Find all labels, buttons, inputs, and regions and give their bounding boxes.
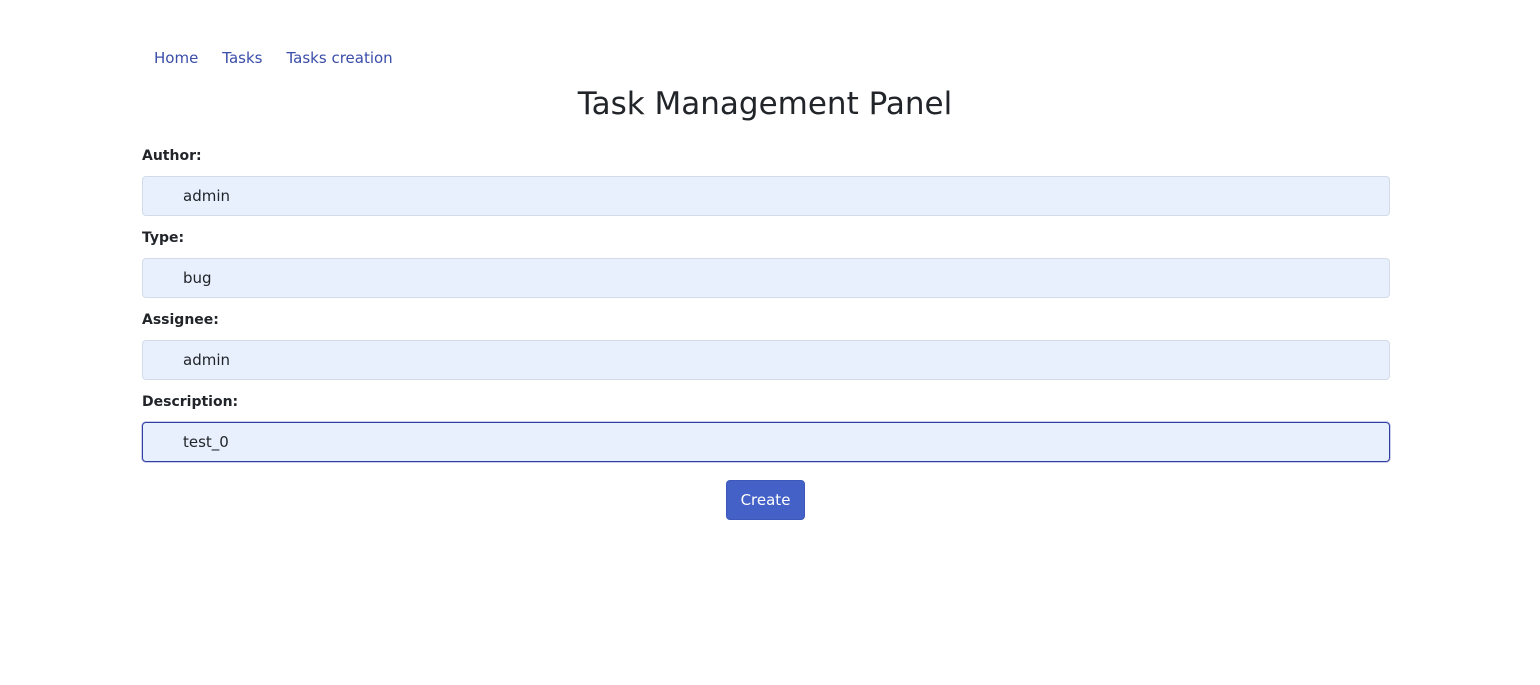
assignee-label: Assignee: — [142, 312, 219, 328]
create-button[interactable]: Create — [726, 480, 805, 520]
form-actions: Create — [726, 480, 805, 520]
type-label: Type: — [142, 230, 185, 246]
description-input[interactable] — [142, 422, 1390, 462]
author-field-group: Author: — [142, 146, 1390, 216]
assignee-input[interactable] — [142, 340, 1390, 380]
assignee-field-group: Assignee: — [142, 310, 1390, 380]
author-label: Author: — [142, 148, 202, 164]
task-form: Author: Type: Assignee: Description: — [142, 146, 1390, 474]
author-input[interactable] — [142, 176, 1390, 216]
description-label: Description: — [142, 394, 239, 410]
nav-link-home[interactable]: Home — [154, 48, 198, 68]
type-input[interactable] — [142, 258, 1390, 298]
type-field-group: Type: — [142, 228, 1390, 298]
nav-link-tasks[interactable]: Tasks — [222, 48, 262, 68]
description-field-group: Description: — [142, 392, 1390, 462]
page-title: Task Management Panel — [577, 86, 953, 122]
top-nav: Home Tasks Tasks creation — [154, 48, 417, 68]
page: Home Tasks Tasks creation Task Managemen… — [0, 0, 1540, 685]
nav-link-tasks-creation[interactable]: Tasks creation — [287, 48, 393, 68]
